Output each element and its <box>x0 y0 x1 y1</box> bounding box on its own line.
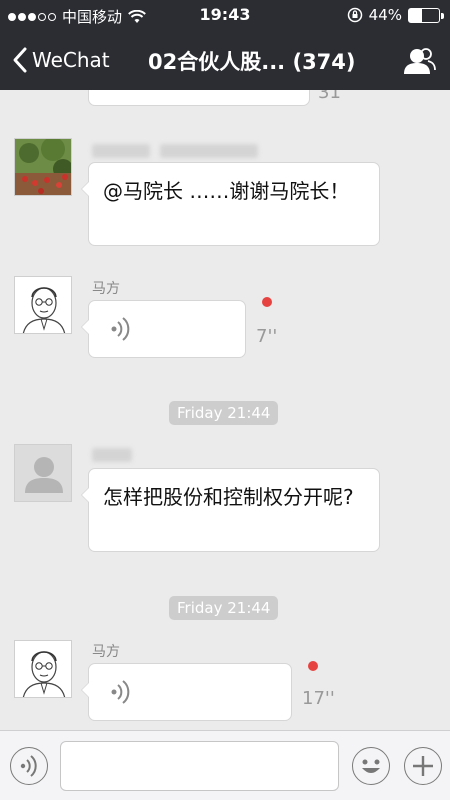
rotation-lock-icon <box>347 7 362 23</box>
voice-duration: 7'' <box>256 326 278 347</box>
battery-icon <box>408 7 444 23</box>
avatar[interactable] <box>14 276 72 334</box>
status-bar: 中国移动 19:43 44% <box>0 0 450 30</box>
input-bar <box>0 730 450 800</box>
voice-wave-icon <box>111 317 130 341</box>
sender-name-redacted <box>92 144 150 158</box>
emoji-button[interactable] <box>352 747 390 785</box>
message-text: @马院长 ……谢谢马院长！ <box>103 179 350 203</box>
plus-icon <box>413 756 433 776</box>
time-separator: Friday 21:44 <box>169 401 279 425</box>
avatar[interactable] <box>14 444 72 502</box>
avatar-sketch <box>15 641 71 697</box>
message-bubble[interactable]: @马院长 ……谢谢马院长！ <box>81 162 380 246</box>
voice-duration: 17'' <box>302 688 335 709</box>
back-button[interactable]: WeChat <box>12 44 110 76</box>
unread-dot <box>308 661 318 671</box>
default-avatar-icon <box>15 445 71 501</box>
avatar[interactable] <box>14 138 72 196</box>
chat-title: 02合伙人股... (374) <box>148 50 356 74</box>
voice-message-bubble[interactable] <box>81 663 292 721</box>
nav-bar: WeChat 02合伙人股... (374) <box>0 30 450 90</box>
voice-mode-button[interactable] <box>10 747 48 785</box>
voice-wave-icon <box>111 680 130 704</box>
sender-name: 马方 <box>92 644 120 660</box>
time-separator: Friday 21:44 <box>169 596 279 620</box>
voice-mode-icon <box>20 755 37 777</box>
sender-name: 马方 <box>92 281 120 297</box>
sender-name-redacted <box>92 448 132 462</box>
message-bubble-partial[interactable] <box>88 90 310 106</box>
back-label: WeChat <box>32 48 110 72</box>
message-list[interactable]: 31'' @马院长 ……谢谢马院长！ 马方 7'' Friday 21:44 怎… <box>0 90 450 730</box>
more-button[interactable] <box>404 747 442 785</box>
avatar-sketch <box>15 277 71 333</box>
battery-percent: 44% <box>368 6 402 24</box>
message-input[interactable] <box>60 741 339 791</box>
status-right: 44% <box>347 6 444 24</box>
unread-dot <box>262 297 272 307</box>
avatar[interactable] <box>14 640 72 698</box>
group-members-icon[interactable] <box>402 46 436 76</box>
message-bubble[interactable]: 怎样把股份和控制权分开呢? <box>81 468 380 552</box>
chevron-left-icon <box>13 47 27 73</box>
sender-name-redacted <box>160 144 258 158</box>
battery-fill <box>409 8 423 22</box>
voice-duration-partial: 31'' <box>318 90 351 103</box>
avatar-photo <box>15 139 71 195</box>
message-text: 怎样把股份和控制权分开呢? <box>103 485 354 509</box>
emoji-icon <box>362 759 380 773</box>
voice-message-bubble[interactable] <box>81 300 246 358</box>
